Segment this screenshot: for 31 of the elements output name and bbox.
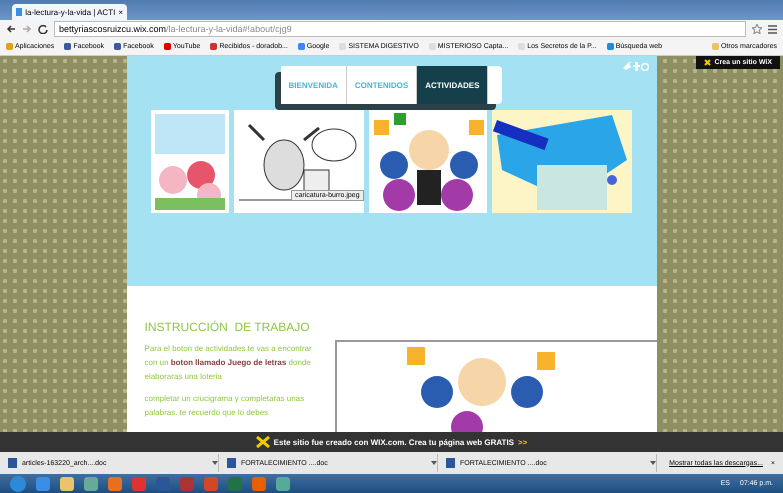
forward-icon[interactable] [22,24,32,34]
caret-icon[interactable] [212,461,218,465]
back-icon[interactable] [6,24,16,34]
taskbar-app-icon[interactable] [108,476,122,490]
paragraph: Para el boton de actividades te vas a encontrar con un boton llamado Juego de letras donde elaboraras una loteria [144,343,313,383]
banner-arrows: >> [518,438,528,446]
nav-tab[interactable]: ACTIVIDADES [417,66,488,104]
paragraph: completar un crucigrama y completaras unas palabras. te recuerdo que lo debes [144,393,306,419]
browser-tab[interactable]: la-lectura-y-la-vida | ACTI × [12,4,127,20]
section-heading: INSTRUCCIÓN DE TRABAJO [144,320,311,334]
caret-icon[interactable] [431,461,437,465]
banner-text: Este sitio fue creado con WIX.com. Crea tu página web GRATIS [274,438,514,446]
taskbar-app-icon[interactable] [252,476,266,490]
menu-icon[interactable] [768,24,777,34]
taskbar-app-icon[interactable] [36,476,50,490]
site-icon [16,8,22,16]
social-icons[interactable] [622,62,648,71]
caret-icon[interactable] [650,461,656,465]
taskbar-app-icon[interactable] [60,476,74,490]
start-icon[interactable] [10,476,26,492]
document-icon [8,458,17,468]
close-icon[interactable]: × [118,8,123,16]
star-icon[interactable] [752,24,762,34]
taskbar-app-icon[interactable] [84,476,98,490]
taskbar-app-icon[interactable] [276,476,290,490]
address-bar[interactable]: bettyriascosruizcu.wix.com/la-lectura-y-la-vida#!about/cjg9 [54,21,746,37]
reload-icon[interactable] [38,24,48,34]
document-icon [227,458,236,468]
tab-title: la-lectura-y-la-vida | ACTI [25,8,116,16]
wix-banner[interactable]: Este sitio fue creado con WIX.com. Crea tu página web GRATIS >> [0,432,783,452]
document-icon [446,458,455,468]
